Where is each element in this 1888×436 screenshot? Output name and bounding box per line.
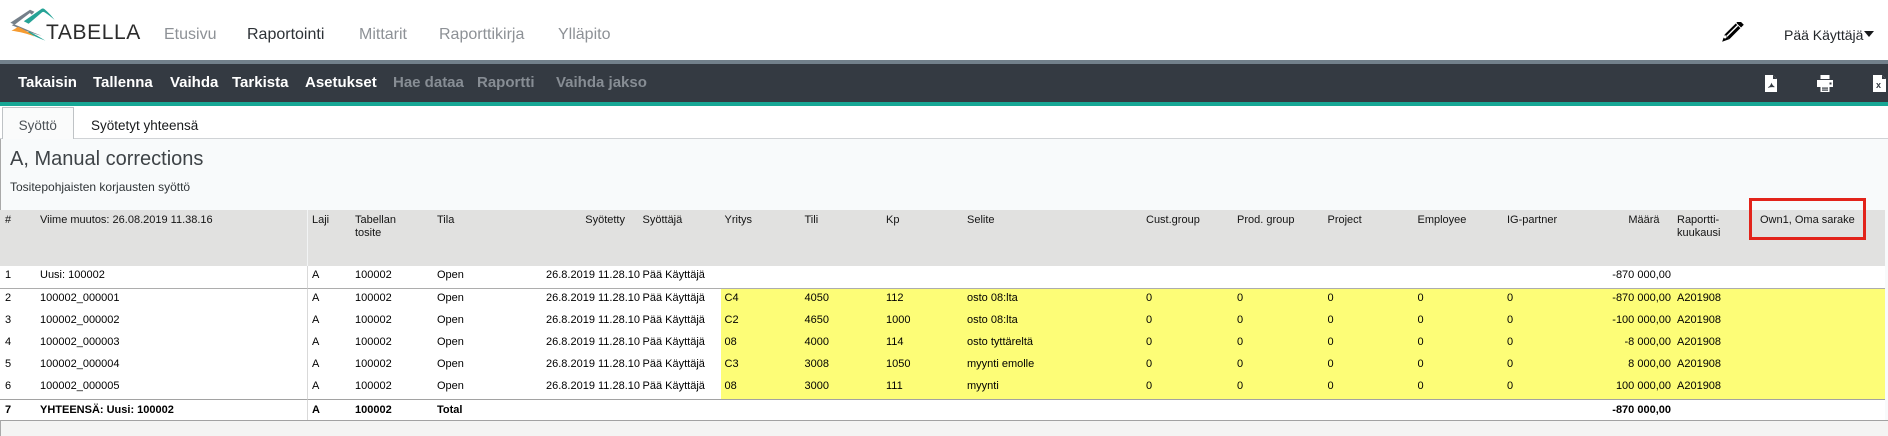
svg-text:x: x [1876, 80, 1881, 90]
